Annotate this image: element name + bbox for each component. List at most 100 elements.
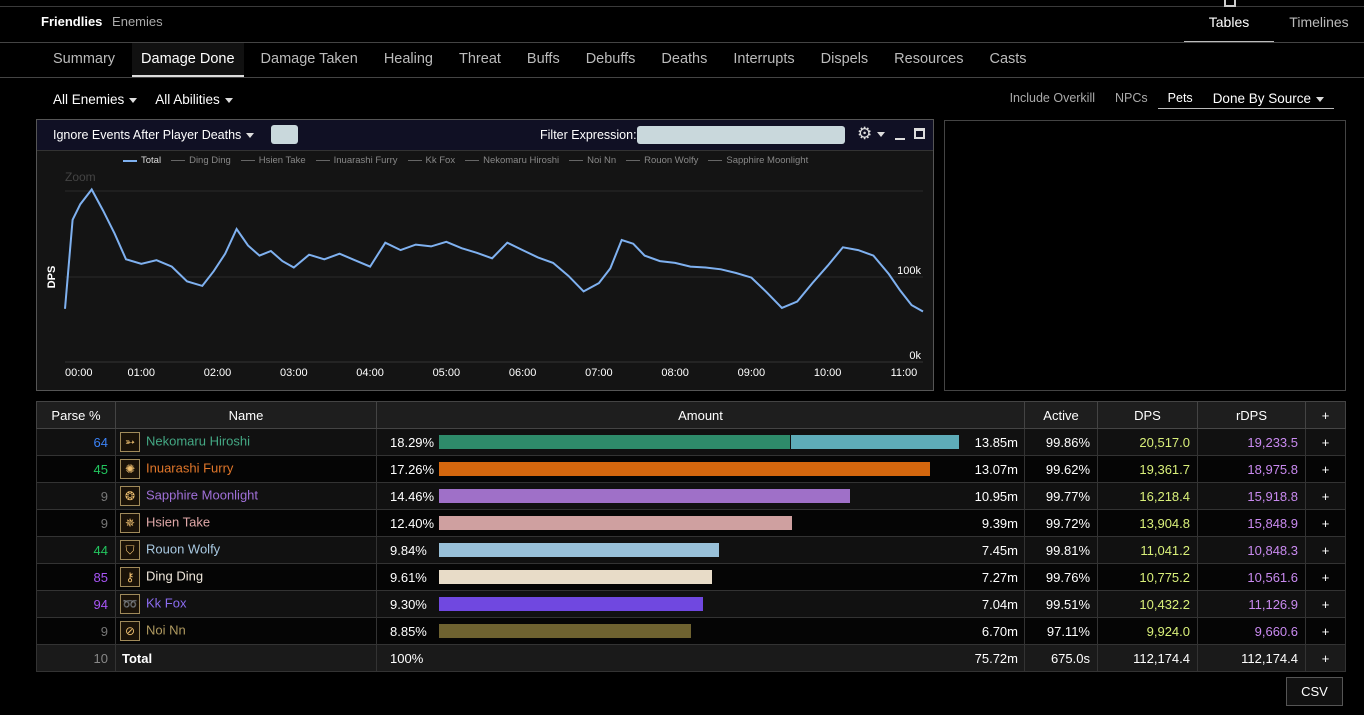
friendlies-link[interactable]: Friendlies xyxy=(41,14,102,29)
col-name[interactable]: Name xyxy=(115,401,377,429)
amount-bar[interactable] xyxy=(439,462,930,476)
ding-class-icon: ⚷ xyxy=(120,567,140,587)
table-row[interactable]: 45 ✺ Inuarashi Furry 17.26% 13.07m 99.62% 19,3… xyxy=(36,455,1346,483)
amount-value: 13.07m xyxy=(974,462,1018,477)
amount-cell: 17.26% 13.07m xyxy=(376,455,1025,483)
tab-buffs[interactable]: Buffs xyxy=(518,43,569,77)
chevron-down-icon xyxy=(129,97,138,103)
maximize-icon[interactable] xyxy=(914,128,925,139)
active-cell: 99.76% xyxy=(1024,563,1098,591)
table-row[interactable]: 85 ⚷ Ding Ding 9.61% 7.27m 99.76% 10,775.2 10,5… xyxy=(36,563,1346,591)
amount-bar[interactable] xyxy=(439,624,691,638)
col-parse[interactable]: Parse % xyxy=(36,401,116,429)
death-filter-dropdown[interactable]: Ignore Events After Player Deaths xyxy=(53,128,255,142)
amount-value: 13.85m xyxy=(974,435,1018,450)
tab-healing[interactable]: Healing xyxy=(375,43,442,77)
table-row[interactable]: 94 ➿ Kk Fox 9.30% 7.04m 99.51% 10,432.2 11,126.… xyxy=(36,590,1346,618)
active-cell: 99.72% xyxy=(1024,509,1098,537)
col-add[interactable]: + xyxy=(1305,401,1346,429)
name-cell[interactable]: ⚷ Ding Ding xyxy=(115,563,377,591)
x-tick-label: 02:00 xyxy=(204,367,232,379)
active-cell: 99.51% xyxy=(1024,590,1098,618)
parse-cell: 9 xyxy=(36,617,116,645)
add-compare-button[interactable]: + xyxy=(1305,644,1346,672)
tab-timelines[interactable]: Timelines xyxy=(1274,7,1364,42)
add-compare-button[interactable]: + xyxy=(1305,590,1346,618)
amount-bar[interactable] xyxy=(439,597,704,611)
col-amount[interactable]: Amount xyxy=(376,401,1025,429)
dps-chart[interactable]: Zoom DPS 100k 0k 00:00 01:00 02:00 03:00 04:… xyxy=(37,151,933,390)
add-compare-button[interactable]: + xyxy=(1305,428,1346,456)
csv-button[interactable]: CSV xyxy=(1286,677,1343,706)
tab-casts[interactable]: Casts xyxy=(980,43,1035,77)
amount-bar[interactable] xyxy=(439,516,792,530)
table-row[interactable]: 64 ➳ Nekomaru Hiroshi 18.29% 13.85m 99.86% 20,… xyxy=(36,428,1346,456)
table-row[interactable]: 44 ⛉ Rouon Wolfy 9.84% 7.45m 99.81% 11,041.2 10… xyxy=(36,536,1346,564)
amount-bar-pet[interactable] xyxy=(791,435,959,449)
player-name[interactable]: Kk Fox xyxy=(146,595,186,610)
tab-summary[interactable]: Summary xyxy=(44,43,124,77)
player-name[interactable]: Nekomaru Hiroshi xyxy=(146,433,250,448)
player-name[interactable]: Hsien Take xyxy=(146,514,210,529)
tab-tables[interactable]: Tables xyxy=(1184,0,1274,42)
filter-expression-input[interactable] xyxy=(637,126,845,144)
done-by-dropdown[interactable]: Done By Source xyxy=(1202,91,1334,109)
tab-deaths[interactable]: Deaths xyxy=(652,43,716,77)
enemies-dropdown-label: All Enemies xyxy=(53,92,125,107)
name-cell[interactable]: ⛉ Rouon Wolfy xyxy=(115,536,377,564)
dps-cell: 112,174.4 xyxy=(1097,644,1198,672)
amount-bar[interactable] xyxy=(439,489,851,503)
table-row[interactable]: 9 ✵ Hsien Take 12.40% 9.39m 99.72% 13,904.8 15,… xyxy=(36,509,1346,537)
name-cell[interactable]: ❂ Sapphire Moonlight xyxy=(115,482,377,510)
gear-icon[interactable]: ⚙ xyxy=(857,124,886,144)
amount-bar[interactable] xyxy=(439,570,712,584)
minimize-icon[interactable] xyxy=(895,138,905,140)
tab-interrupts[interactable]: Interrupts xyxy=(724,43,803,77)
name-cell[interactable]: ✺ Inuarashi Furry xyxy=(115,455,377,483)
amount-bar[interactable] xyxy=(439,435,790,449)
active-cell: 675.0s xyxy=(1024,644,1098,672)
name-cell[interactable]: ⊘ Noi Nn xyxy=(115,617,377,645)
name-cell[interactable]: ✵ Hsien Take xyxy=(115,509,377,537)
add-compare-button[interactable]: + xyxy=(1305,536,1346,564)
zoom-label[interactable]: Zoom xyxy=(65,170,96,184)
col-rdps[interactable]: rDPS xyxy=(1197,401,1306,429)
name-cell[interactable]: ➿ Kk Fox xyxy=(115,590,377,618)
tab-resources[interactable]: Resources xyxy=(885,43,972,77)
add-compare-button[interactable]: + xyxy=(1305,563,1346,591)
death-filter-input[interactable] xyxy=(271,125,298,144)
table-row[interactable]: 9 ❂ Sapphire Moonlight 14.46% 10.95m 99.77% 16… xyxy=(36,482,1346,510)
y-tick-label: 0k xyxy=(909,350,921,362)
add-compare-button[interactable]: + xyxy=(1305,455,1346,483)
tab-damage-taken[interactable]: Damage Taken xyxy=(252,43,367,77)
player-name[interactable]: Sapphire Moonlight xyxy=(146,487,258,502)
add-compare-button[interactable]: + xyxy=(1305,509,1346,537)
col-active[interactable]: Active xyxy=(1024,401,1098,429)
pets-toggle[interactable]: Pets xyxy=(1157,91,1203,109)
tab-dispels[interactable]: Dispels xyxy=(812,43,878,77)
player-name[interactable]: Ding Ding xyxy=(146,568,203,583)
name-cell[interactable]: ➳ Nekomaru Hiroshi xyxy=(115,428,377,456)
rdps-cell: 11,126.9 xyxy=(1197,590,1306,618)
enemies-dropdown[interactable]: All Enemies xyxy=(53,92,138,107)
player-name[interactable]: Rouon Wolfy xyxy=(146,541,220,556)
player-name[interactable]: Noi Nn xyxy=(146,622,186,637)
amount-percent: 100% xyxy=(390,651,424,666)
table-row[interactable]: 9 ⊘ Noi Nn 8.85% 6.70m 97.11% 9,924.0 9,660.6 + xyxy=(36,617,1346,645)
table-icon xyxy=(1224,0,1236,7)
amount-bar[interactable] xyxy=(439,543,719,557)
amount-percent: 12.40% xyxy=(390,516,435,531)
npcs-toggle[interactable]: NPCs xyxy=(1105,91,1158,109)
col-dps[interactable]: DPS xyxy=(1097,401,1198,429)
player-name[interactable]: Inuarashi Furry xyxy=(146,460,233,475)
add-compare-button[interactable]: + xyxy=(1305,482,1346,510)
tab-debuffs[interactable]: Debuffs xyxy=(577,43,645,77)
tab-timelines-label: Timelines xyxy=(1289,14,1349,30)
include-overkill-toggle[interactable]: Include Overkill xyxy=(1000,91,1105,109)
tab-threat[interactable]: Threat xyxy=(450,43,510,77)
add-compare-button[interactable]: + xyxy=(1305,617,1346,645)
enemies-link[interactable]: Enemies xyxy=(112,14,163,29)
abilities-dropdown[interactable]: All Abilities xyxy=(155,92,233,107)
x-tick-label: 10:00 xyxy=(814,367,842,379)
tab-damage-done[interactable]: Damage Done xyxy=(132,43,244,77)
